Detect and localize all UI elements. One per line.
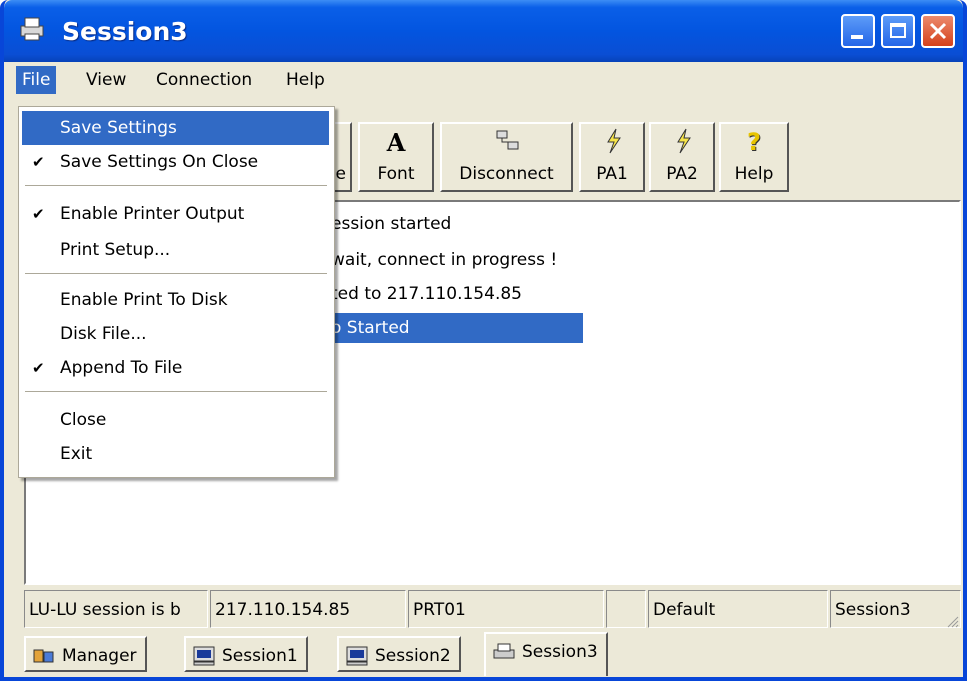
help-label: Help: [734, 164, 774, 184]
lightning-icon: [677, 128, 691, 154]
checkmark-icon: ✔: [32, 359, 45, 377]
disconnect-label: Disconnect: [459, 164, 554, 184]
terminal-icon: [346, 646, 368, 666]
session-tabs: Manager Session1 Session2 Session3: [24, 632, 961, 677]
maximize-button[interactable]: [881, 14, 915, 48]
tab-session1[interactable]: Session1: [184, 636, 308, 672]
checkmark-icon: ✔: [32, 153, 45, 171]
tab-session2-label: Session2: [375, 646, 451, 666]
log-line: ted to 217.110.154.85: [331, 284, 522, 304]
status-session-state: LU-LU session is b: [24, 590, 208, 628]
minimize-button[interactable]: [841, 14, 875, 48]
title-bar[interactable]: Session3: [4, 0, 963, 62]
lightning-icon: [607, 128, 621, 154]
maximize-icon: [890, 23, 906, 38]
menu-separator: [25, 391, 327, 395]
close-window-button[interactable]: [921, 14, 955, 48]
window-title: Session3: [62, 17, 188, 46]
menu-item-label: Print Setup...: [60, 240, 171, 260]
pa2-button[interactable]: PA2: [649, 122, 715, 192]
menu-item-label: Save Settings: [60, 118, 177, 138]
tab-session3-label: Session3: [522, 642, 598, 662]
menu-item-enable-print-to-disk[interactable]: Enable Print To Disk: [22, 283, 329, 317]
menu-item-label: Close: [60, 410, 107, 430]
menu-file[interactable]: File: [16, 66, 57, 94]
tab-session3[interactable]: Session3: [484, 632, 608, 676]
terminal-icon: [193, 646, 215, 666]
status-empty: [606, 590, 646, 628]
tab-session1-label: Session1: [222, 646, 298, 666]
menu-file-label: File: [22, 70, 51, 90]
minimize-icon: [851, 35, 863, 39]
printer-app-icon: [20, 17, 44, 41]
menu-item-label: Enable Print To Disk: [60, 290, 228, 310]
menu-item-save-settings[interactable]: Save Settings: [22, 111, 329, 145]
tab-manager-label: Manager: [62, 646, 137, 666]
checkmark-icon: ✔: [32, 205, 45, 223]
file-menu-dropdown: Save Settings ✔ Save Settings On Close ✔…: [18, 106, 335, 478]
disconnect-icon: [496, 130, 519, 150]
disconnect-button[interactable]: Disconnect: [440, 122, 573, 192]
menu-item-print-setup[interactable]: Print Setup...: [22, 233, 329, 267]
status-host: 217.110.154.85: [210, 590, 406, 628]
menu-item-label: Save Settings On Close: [60, 152, 259, 172]
tab-manager[interactable]: Manager: [24, 636, 147, 672]
font-icon: A: [386, 128, 406, 157]
menu-view[interactable]: View: [80, 66, 132, 94]
font-label: Font: [377, 164, 415, 184]
menu-item-enable-printer-output[interactable]: ✔ Enable Printer Output: [22, 197, 329, 231]
menu-item-label: Disk File...: [60, 324, 147, 344]
tab-session2[interactable]: Session2: [337, 636, 461, 672]
application-window: Session3 File View Connection Help e A F…: [0, 0, 967, 681]
menu-separator: [25, 273, 327, 277]
manager-icon: [33, 649, 54, 663]
status-session: Session3: [830, 590, 961, 628]
menu-item-label: Enable Printer Output: [60, 204, 245, 224]
pa1-label: PA1: [596, 164, 628, 184]
menu-item-exit[interactable]: Exit: [22, 437, 329, 471]
menu-connection[interactable]: Connection: [150, 66, 258, 94]
menu-bar: File View Connection Help: [4, 62, 963, 98]
status-device: PRT01: [408, 590, 604, 628]
help-question-icon: ?: [747, 128, 761, 156]
menu-item-label: Append To File: [60, 358, 183, 378]
printer-icon: [493, 643, 515, 659]
pa1-button[interactable]: PA1: [579, 122, 645, 192]
font-button[interactable]: A Font: [358, 122, 434, 192]
log-line: ession started: [331, 214, 452, 234]
pa2-label: PA2: [666, 164, 698, 184]
menu-item-close[interactable]: Close: [22, 403, 329, 437]
log-line-selected[interactable]: o Started: [331, 313, 583, 343]
menu-help[interactable]: Help: [280, 66, 331, 94]
status-bar: LU-LU session is b 217.110.154.85 PRT01 …: [24, 590, 961, 630]
status-profile: Default: [648, 590, 828, 628]
close-icon: [929, 22, 947, 40]
log-line: wait, connect in progress !: [331, 250, 558, 270]
menu-item-save-settings-on-close[interactable]: ✔ Save Settings On Close: [22, 145, 329, 179]
menu-item-label: Exit: [60, 444, 93, 464]
menu-item-disk-file[interactable]: Disk File...: [22, 317, 329, 351]
menu-item-append-to-file[interactable]: ✔ Append To File: [22, 351, 329, 385]
resize-grip-icon[interactable]: [945, 614, 959, 628]
help-button[interactable]: ? Help: [719, 122, 789, 192]
menu-separator: [25, 185, 327, 189]
